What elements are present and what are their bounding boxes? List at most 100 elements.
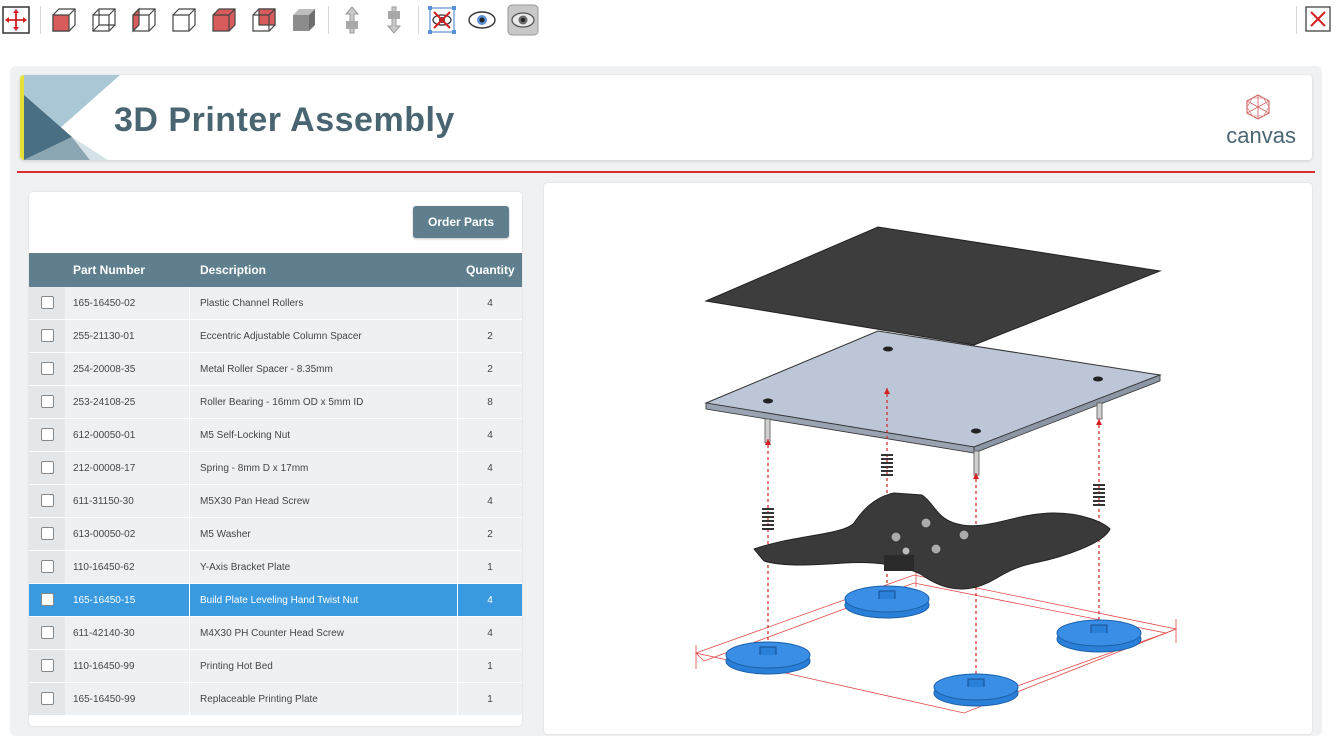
parts-table-header: Part Number Description Quantity bbox=[29, 253, 522, 287]
quantity-cell: 2 bbox=[487, 529, 493, 540]
column-divider bbox=[189, 386, 190, 418]
3d-model-viewer[interactable] bbox=[544, 183, 1312, 734]
hide-selection-button[interactable] bbox=[426, 4, 458, 36]
leveling-nut[interactable] bbox=[933, 673, 1019, 707]
leveling-nut[interactable] bbox=[1056, 619, 1142, 653]
cube-view-top-icon bbox=[212, 8, 236, 32]
table-row[interactable]: 165-16450-15 Build Plate Leveling Hand Tw… bbox=[29, 584, 522, 617]
view-back-button[interactable] bbox=[248, 4, 280, 36]
quantity-cell: 4 bbox=[487, 463, 493, 474]
cube-view-bottom-icon bbox=[92, 8, 116, 32]
show-all-button[interactable] bbox=[507, 4, 539, 36]
row-checkbox[interactable] bbox=[41, 659, 54, 672]
part-number-cell: 212-00008-17 bbox=[73, 463, 136, 474]
printer-bed-exploded-model[interactable] bbox=[544, 183, 1312, 734]
quantity-cell: 1 bbox=[487, 661, 493, 672]
row-checkbox-cell bbox=[29, 617, 65, 649]
explode-down-button[interactable] bbox=[378, 4, 410, 36]
row-checkbox[interactable] bbox=[41, 329, 54, 342]
table-row[interactable]: 110-16450-62 Y-Axis Bracket Plate 1 bbox=[29, 551, 522, 584]
shaded-view-button[interactable] bbox=[288, 4, 320, 36]
row-checkbox-cell bbox=[29, 683, 65, 715]
leveling-nut[interactable] bbox=[725, 641, 811, 675]
column-divider bbox=[189, 518, 190, 550]
explode-up-button[interactable] bbox=[336, 4, 368, 36]
parts-list-panel: Order Parts Part Number Description Quan… bbox=[29, 192, 522, 726]
description-cell: Roller Bearing - 16mm OD x 5mm ID bbox=[200, 397, 364, 408]
row-checkbox[interactable] bbox=[41, 593, 54, 606]
cube-view-front-icon bbox=[52, 8, 76, 32]
fit-view-button[interactable] bbox=[0, 4, 32, 36]
explode-up-icon bbox=[344, 6, 360, 34]
column-header-description[interactable]: Description bbox=[200, 263, 266, 277]
row-checkbox-cell bbox=[29, 353, 65, 385]
cube-view-left-icon bbox=[132, 7, 156, 33]
show-button[interactable] bbox=[466, 4, 498, 36]
view-right-button[interactable] bbox=[168, 4, 200, 36]
toolbar-separator bbox=[328, 6, 329, 34]
row-checkbox-cell bbox=[29, 485, 65, 517]
view-bottom-button[interactable] bbox=[88, 4, 120, 36]
table-row[interactable]: 254-20008-35 Metal Roller Spacer - 8.35mm… bbox=[29, 353, 522, 386]
row-checkbox-cell bbox=[29, 386, 65, 418]
column-header-part-number[interactable]: Part Number bbox=[73, 263, 145, 277]
show-all-icon bbox=[507, 4, 539, 36]
table-row[interactable]: 611-42140-30 M4X30 PH Counter Head Screw 4 bbox=[29, 617, 522, 650]
cube-view-right-icon bbox=[172, 8, 196, 32]
quantity-cell: 4 bbox=[487, 496, 493, 507]
fit-view-icon bbox=[2, 6, 30, 34]
row-checkbox[interactable] bbox=[41, 560, 54, 573]
row-checkbox[interactable] bbox=[41, 494, 54, 507]
view-top-button[interactable] bbox=[208, 4, 240, 36]
table-row[interactable]: 611-31150-30 M5X30 Pan Head Screw 4 bbox=[29, 485, 522, 518]
leveling-hand-twist-nuts[interactable] bbox=[725, 585, 1142, 707]
table-row[interactable]: 255-21130-01 Eccentric Adjustable Column … bbox=[29, 320, 522, 353]
row-checkbox-cell bbox=[29, 287, 65, 319]
canvas-logo-text: canvas bbox=[1226, 123, 1296, 148]
leveling-nut[interactable] bbox=[844, 585, 930, 619]
order-parts-button[interactable]: Order Parts bbox=[413, 206, 509, 238]
row-checkbox[interactable] bbox=[41, 428, 54, 441]
cube-view-back-icon bbox=[252, 8, 276, 32]
banner-corner-graphic bbox=[20, 75, 120, 160]
description-cell: Spring - 8mm D x 17mm bbox=[200, 463, 309, 474]
part-number-cell: 611-31150-30 bbox=[73, 496, 134, 507]
part-number-cell: 255-21130-01 bbox=[73, 331, 135, 342]
table-row[interactable]: 110-16450-99 Printing Hot Bed 1 bbox=[29, 650, 522, 683]
row-checkbox[interactable] bbox=[41, 296, 54, 309]
row-checkbox[interactable] bbox=[41, 692, 54, 705]
table-row[interactable]: 612-00050-01 M5 Self-Locking Nut 4 bbox=[29, 419, 522, 452]
printing-hot-bed[interactable] bbox=[704, 330, 1162, 454]
viewer-toolbar bbox=[0, 0, 1336, 40]
row-checkbox[interactable] bbox=[41, 626, 54, 639]
quantity-cell: 8 bbox=[487, 397, 493, 408]
row-checkbox-cell bbox=[29, 518, 65, 550]
column-divider bbox=[189, 419, 190, 451]
close-button[interactable] bbox=[1305, 6, 1331, 32]
y-axis-bracket-plate[interactable] bbox=[753, 492, 1111, 590]
description-cell: M5X30 Pan Head Screw bbox=[200, 496, 310, 507]
row-checkbox[interactable] bbox=[41, 395, 54, 408]
quantity-cell: 4 bbox=[487, 298, 493, 309]
table-row[interactable]: 165-16450-02 Plastic Channel Rollers 4 bbox=[29, 287, 522, 320]
table-row[interactable]: 253-24108-25 Roller Bearing - 16mm OD x 5… bbox=[29, 386, 522, 419]
view-front-button[interactable] bbox=[48, 4, 80, 36]
column-divider bbox=[189, 353, 190, 385]
description-cell: M5 Self-Locking Nut bbox=[200, 430, 291, 441]
row-checkbox-cell bbox=[29, 551, 65, 583]
description-cell: M5 Washer bbox=[200, 529, 251, 540]
table-row[interactable]: 165-16450-99 Replaceable Printing Plate 1 bbox=[29, 683, 522, 716]
table-row[interactable]: 212-00008-17 Spring - 8mm D x 17mm 4 bbox=[29, 452, 522, 485]
toolbar-separator bbox=[40, 6, 41, 34]
row-checkbox[interactable] bbox=[41, 527, 54, 540]
part-number-cell: 613-00050-02 bbox=[73, 529, 136, 540]
table-row[interactable]: 613-00050-02 M5 Washer 2 bbox=[29, 518, 522, 551]
column-header-quantity[interactable]: Quantity bbox=[466, 263, 515, 277]
row-checkbox[interactable] bbox=[41, 362, 54, 375]
quantity-cell: 2 bbox=[487, 331, 493, 342]
toolbar-separator bbox=[418, 6, 419, 34]
header-banner: 3D Printer Assembly canvas bbox=[20, 75, 1312, 160]
view-left-button[interactable] bbox=[128, 4, 160, 36]
replaceable-printing-plate[interactable] bbox=[704, 226, 1162, 346]
row-checkbox[interactable] bbox=[41, 461, 54, 474]
